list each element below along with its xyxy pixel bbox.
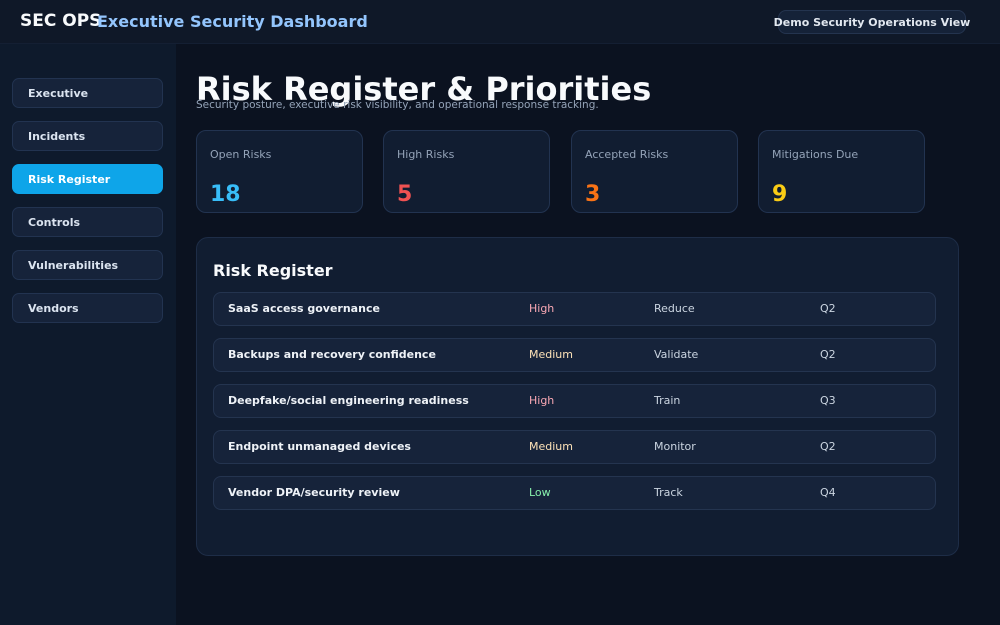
sidebar-item-vulnerabilities[interactable]: Vulnerabilities — [12, 250, 163, 280]
kpi-label: Mitigations Due — [772, 148, 859, 161]
page-subtitle: Security posture, executive risk visibil… — [196, 99, 599, 111]
risk-due: Q2 — [820, 348, 836, 361]
kpi-value: 9 — [772, 182, 788, 207]
risk-severity: High — [529, 394, 555, 407]
kpi-value: 3 — [585, 182, 601, 207]
risk-row[interactable]: Deepfake/social engineering readiness Hi… — [213, 384, 936, 418]
risk-row[interactable]: SaaS access governance High Reduce Q2 — [213, 292, 936, 326]
kpi-value: 5 — [397, 182, 413, 207]
risk-severity: Medium — [529, 348, 573, 361]
risk-severity: Medium — [529, 440, 573, 453]
kpi-value: 18 — [210, 182, 241, 207]
risk-action: Train — [654, 394, 681, 407]
kpi-label: High Risks — [397, 148, 455, 161]
risk-action: Reduce — [654, 302, 695, 315]
top-bar: SEC OPS Executive Security Dashboard Dem… — [0, 0, 1000, 44]
kpi-card-high-risks: High Risks 5 — [383, 130, 550, 213]
view-badge[interactable]: Demo Security Operations View — [774, 10, 970, 34]
risk-row[interactable]: Backups and recovery confidence Medium V… — [213, 338, 936, 372]
sidebar: Executive Incidents Risk Register Contro… — [0, 44, 176, 625]
risk-due: Q2 — [820, 440, 836, 453]
risk-name: Endpoint unmanaged devices — [228, 440, 411, 453]
risk-name: Backups and recovery confidence — [228, 348, 436, 361]
risk-action: Monitor — [654, 440, 696, 453]
sidebar-item-risk-register[interactable]: Risk Register — [12, 164, 163, 194]
sidebar-item-controls[interactable]: Controls — [12, 207, 163, 237]
kpi-label: Accepted Risks — [585, 148, 669, 161]
risk-due: Q2 — [820, 302, 836, 315]
kpi-card-open-risks: Open Risks 18 — [196, 130, 363, 213]
risk-name: Vendor DPA/security review — [228, 486, 400, 499]
risk-action: Track — [654, 486, 683, 499]
kpi-label: Open Risks — [210, 148, 272, 161]
risk-due: Q3 — [820, 394, 836, 407]
risk-due: Q4 — [820, 486, 836, 499]
risk-row[interactable]: Vendor DPA/security review Low Track Q4 — [213, 476, 936, 510]
risk-severity: Low — [529, 486, 551, 499]
risk-name: Deepfake/social engineering readiness — [228, 394, 469, 407]
kpi-card-mitigations-due: Mitigations Due 9 — [758, 130, 925, 213]
risk-action: Validate — [654, 348, 699, 361]
sidebar-item-vendors[interactable]: Vendors — [12, 293, 163, 323]
brand-logo: SEC OPS — [20, 11, 102, 31]
sidebar-item-executive[interactable]: Executive — [12, 78, 163, 108]
kpi-card-accepted-risks: Accepted Risks 3 — [571, 130, 738, 213]
app-title: Executive Security Dashboard — [97, 12, 368, 31]
sidebar-item-incidents[interactable]: Incidents — [12, 121, 163, 151]
risk-register-panel: Risk Register SaaS access governance Hig… — [196, 237, 959, 556]
risk-severity: High — [529, 302, 555, 315]
panel-title: Risk Register — [213, 261, 333, 280]
risk-row[interactable]: Endpoint unmanaged devices Medium Monito… — [213, 430, 936, 464]
risk-name: SaaS access governance — [228, 302, 380, 315]
